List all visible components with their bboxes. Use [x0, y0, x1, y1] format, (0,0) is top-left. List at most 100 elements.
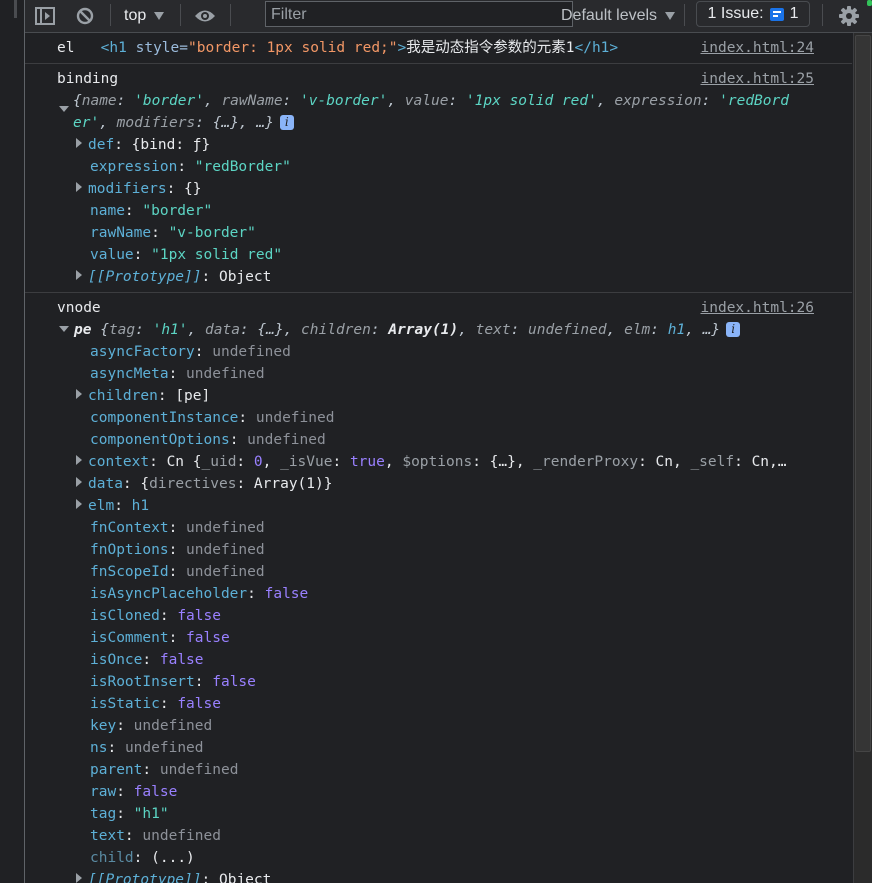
sidebar-toggle-button[interactable] — [35, 0, 55, 32]
scrollbar-thumb[interactable] — [855, 35, 871, 752]
preview-token: : — [701, 93, 720, 109]
preview-token: h1 — [667, 322, 686, 338]
property-key: [[Prototype]] — [88, 872, 202, 883]
property-row[interactable]: data: {directives: Array(1)} — [25, 473, 852, 495]
property-colon: : — [151, 225, 169, 241]
collapse-triangle-icon[interactable] — [59, 106, 69, 112]
issues-button[interactable]: 1 Issue: 1 — [696, 1, 810, 27]
html-element-preview[interactable]: <h1 style="border: 1px solid red;">我是动态指… — [101, 40, 618, 56]
toolbar-divider — [180, 4, 181, 26]
source-link[interactable]: index.html:26 — [701, 297, 815, 319]
message-label: binding — [57, 71, 119, 87]
source-link[interactable]: index.html:25 — [701, 68, 815, 90]
context-label: top — [124, 7, 147, 24]
info-icon[interactable]: i — [726, 322, 741, 337]
property-row: key: undefined — [25, 715, 852, 737]
expand-triangle-icon[interactable] — [76, 138, 82, 148]
property-row[interactable]: [[Prototype]]: Object — [25, 266, 852, 288]
expand-triangle-icon[interactable] — [76, 499, 82, 509]
preview-token: , …} — [685, 322, 721, 338]
property-colon: : — [168, 542, 187, 558]
preview-token: children — [301, 322, 371, 338]
property-row[interactable]: def: {bind: ƒ} — [25, 134, 852, 156]
property-row[interactable]: modifiers: {} — [25, 178, 852, 200]
preview-token: name — [81, 93, 117, 109]
property-key: [[Prototype]] — [88, 269, 202, 285]
property-row: raw: false — [25, 781, 852, 803]
filter-input[interactable]: Filter — [265, 1, 573, 27]
preview-token: { — [73, 93, 82, 109]
log-levels-dropdown[interactable]: Default levels — [561, 0, 676, 32]
property-row[interactable]: elm: h1 — [25, 495, 852, 517]
property-value: Object — [218, 872, 272, 883]
property-key: name — [90, 203, 125, 219]
context-selector[interactable]: top — [124, 0, 165, 32]
property-row[interactable]: children: [pe] — [25, 385, 852, 407]
preview-line: {name: 'border', rawName: 'v-border', va… — [73, 90, 852, 112]
expand-triangle-icon[interactable] — [76, 873, 82, 883]
property-key: isStatic — [90, 696, 160, 712]
value-token: : Cn,… — [734, 454, 787, 470]
property-colon: : — [157, 388, 176, 404]
settings-button[interactable] — [839, 0, 859, 32]
clear-console-button[interactable] — [76, 0, 94, 32]
expand-triangle-icon[interactable] — [76, 477, 82, 487]
html-attr-value: "border: 1px solid red;" — [188, 40, 398, 56]
live-expression-button[interactable] — [194, 0, 216, 32]
property-colon: : — [238, 410, 256, 426]
preview-token: value — [404, 93, 449, 109]
value-token: directives — [149, 476, 237, 492]
property-colon: : — [201, 872, 219, 883]
property-value: "1px solid red" — [151, 247, 283, 263]
toolbar-divider — [110, 4, 111, 26]
property-row: expression: "redBorder" — [25, 156, 852, 178]
collapse-triangle-icon[interactable] — [59, 326, 69, 332]
property-row: isRootInsert: false — [25, 671, 852, 693]
info-icon[interactable]: i — [279, 115, 294, 130]
property-key: child — [90, 850, 134, 866]
preview-token: Array(1) — [388, 322, 459, 338]
property-value: undefined — [142, 828, 221, 844]
property-row[interactable]: context: Cn {_uid: 0, _isVue: true, $opt… — [25, 451, 852, 473]
expand-triangle-icon[interactable] — [76, 270, 82, 280]
expand-triangle-icon[interactable] — [76, 389, 82, 399]
property-row: isAsyncPlaceholder: false — [25, 583, 852, 605]
expand-triangle-icon[interactable] — [76, 182, 82, 192]
value-token: _isVue — [280, 454, 333, 470]
property-colon: : — [107, 740, 125, 756]
property-key: isCloned — [90, 608, 160, 624]
property-colon: : — [114, 137, 132, 153]
property-value: undefined — [247, 432, 326, 448]
property-colon: : — [133, 247, 152, 263]
value-token: Array(1) — [253, 476, 324, 492]
property-key: isOnce — [90, 652, 143, 668]
preview-token: modifiers — [116, 115, 196, 131]
console-scrollbar[interactable] — [853, 33, 872, 883]
property-key: tag — [90, 806, 117, 822]
property-colon: : — [194, 344, 213, 360]
property-row[interactable]: [[Prototype]]: Object — [25, 869, 852, 883]
property-key: fnContext — [90, 520, 169, 536]
expand-triangle-icon[interactable] — [76, 455, 82, 465]
object-preview[interactable]: pe {tag: 'h1', data: {…}, children: Arra… — [25, 319, 852, 341]
source-link[interactable]: index.html:24 — [701, 37, 815, 59]
property-row: asyncMeta: undefined — [25, 363, 852, 385]
value-token: , — [262, 454, 281, 470]
property-row: isCloned: false — [25, 605, 852, 627]
property-row: ns: undefined — [25, 737, 852, 759]
object-preview[interactable]: {name: 'border', rawName: 'v-border', va… — [25, 90, 852, 134]
preview-token: undefined — [528, 322, 607, 338]
property-key: fnScopeId — [90, 564, 169, 580]
property-colon: : — [177, 159, 195, 175]
value-token: $options — [402, 454, 473, 470]
property-key: componentInstance — [90, 410, 239, 426]
dropdown-arrow-icon — [665, 12, 676, 20]
preview-token: rawName — [221, 93, 283, 109]
html-close-bracket: > — [397, 40, 407, 56]
value-token: { — [140, 476, 150, 492]
value-token: : — [236, 454, 254, 470]
message-label: el — [57, 40, 75, 56]
property-value: false — [177, 608, 221, 624]
property-colon: : — [116, 806, 134, 822]
preview-token: { — [100, 322, 109, 338]
